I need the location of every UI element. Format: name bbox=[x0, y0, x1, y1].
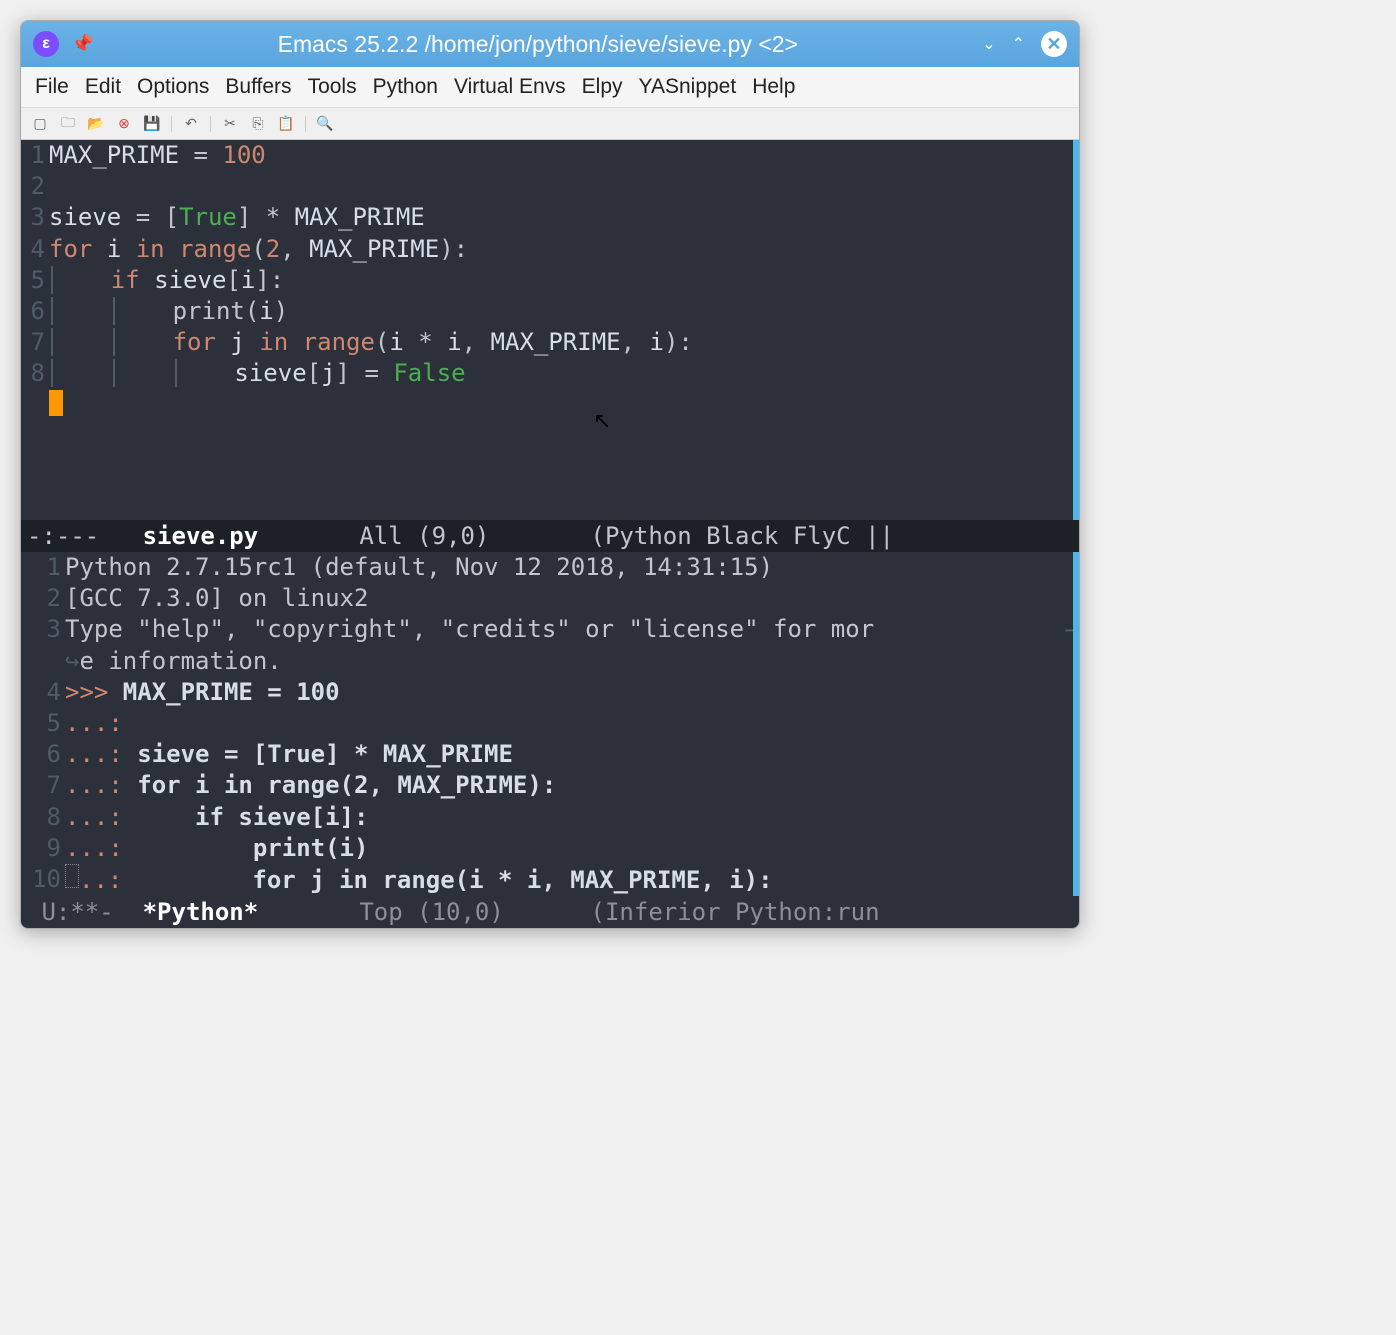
close-icon[interactable]: ⊗ bbox=[115, 115, 133, 132]
menu-python[interactable]: Python bbox=[369, 73, 442, 101]
line-number: 7 bbox=[21, 327, 49, 358]
save-icon[interactable]: 💾 bbox=[143, 115, 161, 132]
toolbar-separator bbox=[171, 116, 172, 132]
open-recent-icon[interactable]: 🗀 bbox=[59, 112, 77, 136]
modeline-editor: -:--- sieve.py All (9,0) (Python Black F… bbox=[21, 520, 1079, 552]
menu-edit[interactable]: Edit bbox=[81, 73, 125, 101]
line-number: 6 bbox=[21, 739, 65, 770]
window-title: Emacs 25.2.2 /home/jon/python/sieve/siev… bbox=[93, 31, 982, 58]
modeline-position: All (9,0) bbox=[258, 522, 590, 550]
line-number: 9 bbox=[21, 833, 65, 864]
line-number: 5 bbox=[21, 708, 65, 739]
copy-icon[interactable]: ⎘ bbox=[249, 115, 267, 132]
modeline-modes: (Python Black FlyC || bbox=[591, 522, 894, 550]
scrollbar[interactable] bbox=[1073, 552, 1079, 896]
line-number: 2 bbox=[21, 171, 49, 202]
line-number: 3 bbox=[21, 202, 49, 233]
cut-icon[interactable]: ✂ bbox=[221, 115, 239, 132]
line-number: 4 bbox=[21, 677, 65, 708]
repl-line[interactable]: 10..: for j in range(i * i, MAX_PRIME, i… bbox=[21, 864, 1079, 896]
toolbar: ▢ 🗀 📂 ⊗ 💾 ↶ ✂ ⎘ 📋 🔍 bbox=[21, 108, 1079, 140]
line-number: 3 bbox=[21, 614, 65, 645]
line-number: 4 bbox=[21, 234, 49, 265]
menu-virtual-envs[interactable]: Virtual Envs bbox=[450, 73, 570, 101]
editor-pane[interactable]: 1MAX_PRIME = 10023sieve = [True] * MAX_P… bbox=[21, 140, 1079, 520]
menu-elpy[interactable]: Elpy bbox=[578, 73, 627, 101]
minimize-button[interactable]: ⌄ bbox=[982, 34, 995, 54]
modeline-modes: (Inferior Python:run bbox=[591, 898, 894, 926]
line-number: 2 bbox=[21, 583, 65, 614]
search-icon[interactable]: 🔍 bbox=[316, 115, 334, 132]
repl-line[interactable]: 8...: if sieve[i]: bbox=[21, 802, 1079, 833]
menu-buffers[interactable]: Buffers bbox=[221, 73, 295, 101]
mouse-cursor: ↖ bbox=[593, 408, 611, 434]
text-cursor bbox=[49, 390, 63, 416]
menu-tools[interactable]: Tools bbox=[304, 73, 361, 101]
titlebar[interactable]: ε 📌 Emacs 25.2.2 /home/jon/python/sieve/… bbox=[21, 21, 1079, 67]
menu-help[interactable]: Help bbox=[748, 73, 799, 101]
repl-line[interactable]: 5...: bbox=[21, 708, 1079, 739]
line-number: 10 bbox=[21, 864, 65, 896]
line-number: 8 bbox=[21, 802, 65, 833]
undo-icon[interactable]: ↶ bbox=[182, 115, 200, 132]
repl-line[interactable]: 7...: for i in range(2, MAX_PRIME): bbox=[21, 770, 1079, 801]
scrollbar[interactable] bbox=[1073, 140, 1079, 520]
emacs-window: ε 📌 Emacs 25.2.2 /home/jon/python/sieve/… bbox=[20, 20, 1080, 929]
menu-file[interactable]: File bbox=[31, 73, 73, 101]
code-line[interactable]: 2 bbox=[21, 171, 1079, 202]
open-folder-icon[interactable]: 📂 bbox=[87, 115, 105, 132]
repl-line[interactable]: 1Python 2.7.15rc1 (default, Nov 12 2018,… bbox=[21, 552, 1079, 583]
paste-icon[interactable]: 📋 bbox=[277, 115, 295, 132]
toolbar-separator bbox=[210, 116, 211, 132]
line-number: 8 bbox=[21, 358, 49, 389]
menu-yasnippet[interactable]: YASnippet bbox=[635, 73, 741, 101]
repl-line[interactable]: 6...: sieve = [True] * MAX_PRIME bbox=[21, 739, 1079, 770]
repl-line[interactable]: 2[GCC 7.3.0] on linux2 bbox=[21, 583, 1079, 614]
repl-pane[interactable]: 1Python 2.7.15rc1 (default, Nov 12 2018,… bbox=[21, 552, 1079, 896]
code-line[interactable]: 6 print(i) bbox=[21, 296, 1079, 327]
repl-line[interactable]: 9...: print(i) bbox=[21, 833, 1079, 864]
code-line[interactable]: 1MAX_PRIME = 100 bbox=[21, 140, 1079, 171]
line-number: 7 bbox=[21, 770, 65, 801]
line-number: 1 bbox=[21, 140, 49, 171]
line-number: 1 bbox=[21, 552, 65, 583]
modeline-filename: *Python* bbox=[143, 898, 259, 926]
code-line[interactable]: 3sieve = [True] * MAX_PRIME bbox=[21, 202, 1079, 233]
code-line[interactable]: 7 for j in range(i * i, MAX_PRIME, i): bbox=[21, 327, 1079, 358]
toolbar-separator bbox=[305, 116, 306, 132]
modeline-prefix: -:--- bbox=[27, 522, 143, 550]
app-icon: ε bbox=[33, 31, 59, 57]
close-button[interactable]: ✕ bbox=[1041, 31, 1067, 57]
menubar: File Edit Options Buffers Tools Python Virtual… bbox=[21, 67, 1079, 108]
line-number: 5 bbox=[21, 265, 49, 296]
code-line[interactable]: 8 sieve[j] = False bbox=[21, 358, 1079, 389]
code-line[interactable]: 4for i in range(2, MAX_PRIME): bbox=[21, 234, 1079, 265]
repl-line[interactable]: 4>>> MAX_PRIME = 100 bbox=[21, 677, 1079, 708]
modeline-position: Top (10,0) bbox=[258, 898, 590, 926]
code-line[interactable]: 5 if sieve[i]: bbox=[21, 265, 1079, 296]
pin-icon[interactable]: 📌 bbox=[71, 34, 93, 55]
line-number: 6 bbox=[21, 296, 49, 327]
inactive-cursor bbox=[65, 864, 79, 888]
modeline-filename: sieve.py bbox=[143, 522, 259, 550]
modeline-repl: U:**- *Python* Top (10,0) (Inferior Pyth… bbox=[21, 896, 1079, 928]
modeline-prefix: U:**- bbox=[27, 898, 143, 926]
menu-options[interactable]: Options bbox=[133, 73, 213, 101]
maximize-button[interactable]: ⌃ bbox=[1012, 34, 1025, 54]
new-file-icon[interactable]: ▢ bbox=[31, 115, 49, 132]
repl-line[interactable]: 3Type "help", "copyright", "credits" or … bbox=[21, 614, 1079, 645]
